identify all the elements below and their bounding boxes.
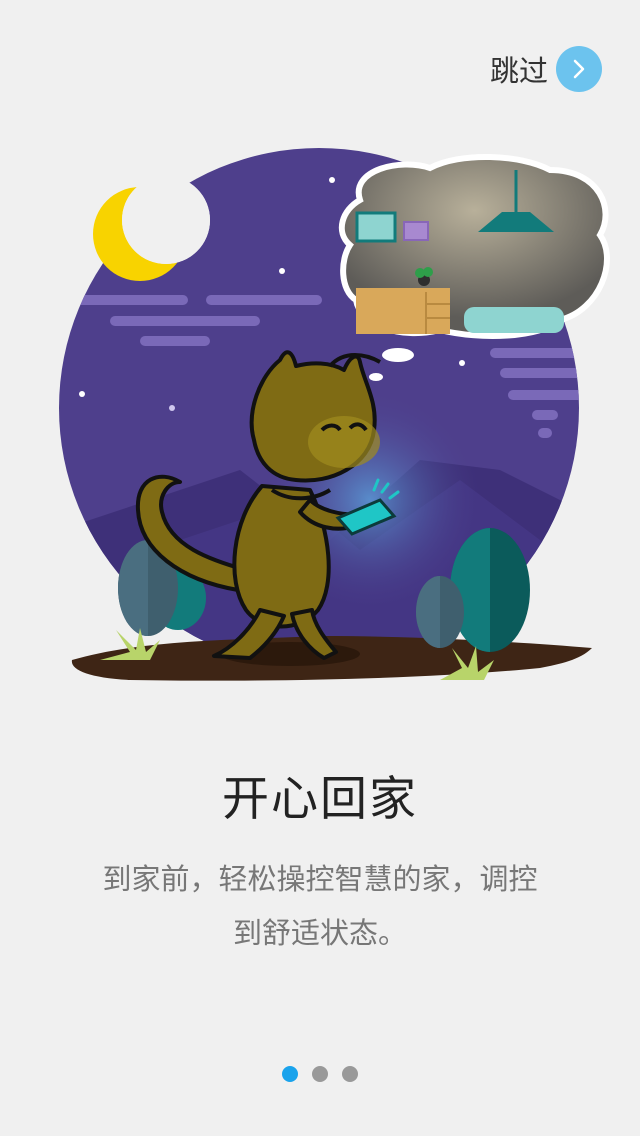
pager-dot[interactable] <box>312 1066 328 1082</box>
pager-indicator <box>0 1066 640 1082</box>
page-title: 开心回家 <box>222 772 418 827</box>
chevron-right-icon[interactable] <box>556 46 602 92</box>
skip-label: 跳过 <box>489 54 548 88</box>
thought-bubble-room <box>338 154 610 339</box>
pager-dot[interactable] <box>342 1066 358 1082</box>
description-line: 到家前，轻松操控智慧的家，调控 <box>102 862 538 896</box>
skip-button[interactable]: 跳过 <box>490 46 602 92</box>
onboarding-illustration <box>59 148 610 681</box>
pager-dot-active[interactable] <box>282 1066 298 1082</box>
onboarding-screen: 跳过 开心回家 到家前，轻松操控智慧的家，调控 到舒适状态。 <box>0 0 640 1136</box>
page-description: 到家前，轻松操控智慧的家，调控 到舒适状态。 <box>80 852 560 960</box>
description-line: 到舒适状态。 <box>232 916 407 950</box>
